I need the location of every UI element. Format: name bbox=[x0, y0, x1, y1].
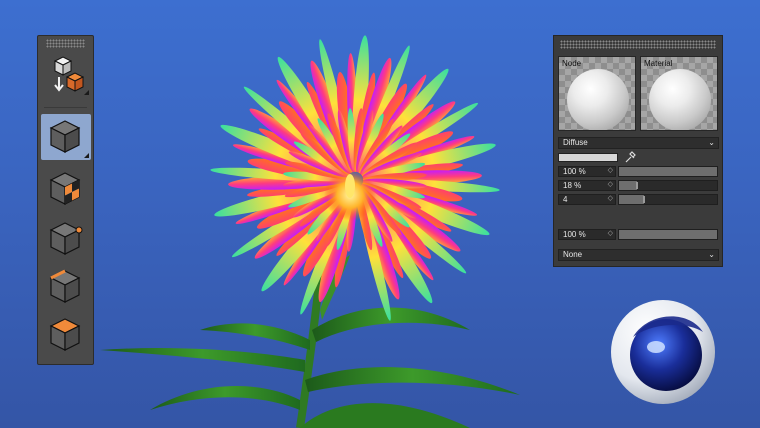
polygon-cube-icon bbox=[49, 318, 81, 351]
toolbar-grip[interactable] bbox=[46, 39, 85, 48]
cube-icon bbox=[49, 120, 81, 153]
roughness-value: 18 % bbox=[563, 181, 582, 190]
edge-cube-icon bbox=[49, 269, 81, 303]
eyedropper-icon[interactable] bbox=[624, 150, 636, 164]
canvas-scene: Node Material Diffuse ⌄ 100 % ◇ 18 % ◇ 4… bbox=[0, 0, 760, 428]
slider-fill bbox=[619, 195, 644, 204]
chevron-down-icon: ⌄ bbox=[708, 250, 715, 259]
mode-toolbar bbox=[37, 35, 94, 365]
material-sphere bbox=[649, 69, 711, 130]
brightness-field[interactable]: 100 % ◇ bbox=[558, 166, 616, 177]
point-cube-icon bbox=[49, 222, 83, 255]
mix-strength-field[interactable]: 100 % ◇ bbox=[558, 229, 616, 240]
brightness-slider[interactable] bbox=[618, 166, 718, 177]
node-preview[interactable]: Node bbox=[558, 56, 636, 131]
spinner-icon[interactable]: ◇ bbox=[608, 166, 613, 175]
chevron-down-icon: ⌄ bbox=[708, 138, 715, 147]
blend-mode-dropdown[interactable]: None ⌄ bbox=[558, 249, 719, 261]
material-panel: Node Material Diffuse ⌄ 100 % ◇ 18 % ◇ 4… bbox=[553, 35, 723, 267]
cinema4d-logo-icon bbox=[611, 300, 715, 404]
roughness-slider[interactable] bbox=[618, 180, 718, 191]
checker-cube-icon bbox=[49, 172, 81, 205]
mix-strength-slider[interactable] bbox=[618, 229, 718, 240]
samples-field[interactable]: 4 ◇ bbox=[558, 194, 616, 205]
edge-mode-button[interactable] bbox=[41, 264, 91, 310]
brightness-value: 100 % bbox=[563, 167, 586, 176]
samples-value: 4 bbox=[563, 195, 568, 204]
slider-fill bbox=[619, 230, 717, 239]
node-preview-label: Node bbox=[562, 59, 582, 68]
slider-knob[interactable] bbox=[635, 182, 638, 189]
color-swatch[interactable] bbox=[558, 153, 618, 162]
panel-grip[interactable] bbox=[560, 40, 716, 49]
object-mode-button[interactable] bbox=[41, 51, 91, 97]
material-preview[interactable]: Material bbox=[640, 56, 718, 131]
mix-strength-value: 100 % bbox=[563, 230, 586, 239]
spinner-icon[interactable]: ◇ bbox=[608, 194, 613, 203]
submenu-indicator-icon bbox=[84, 153, 89, 158]
spinner-icon[interactable]: ◇ bbox=[608, 229, 613, 238]
submenu-indicator-icon bbox=[84, 90, 89, 95]
toolbar-divider bbox=[44, 107, 87, 108]
blend-mode-value: None bbox=[563, 250, 583, 259]
roughness-field[interactable]: 18 % ◇ bbox=[558, 180, 616, 191]
polygon-mode-button[interactable] bbox=[41, 312, 91, 358]
slider-knob[interactable] bbox=[642, 196, 645, 203]
slider-fill bbox=[619, 167, 717, 176]
spinner-icon[interactable]: ◇ bbox=[608, 180, 613, 189]
model-mode-button[interactable] bbox=[41, 114, 91, 160]
slider-fill bbox=[619, 181, 637, 190]
channel-dropdown-value: Diffuse bbox=[563, 138, 588, 147]
point-mode-button[interactable] bbox=[41, 216, 91, 262]
node-sphere bbox=[567, 69, 629, 130]
texture-mode-button[interactable] bbox=[41, 166, 91, 212]
samples-slider[interactable] bbox=[618, 194, 718, 205]
object-axis-icon bbox=[53, 56, 85, 92]
material-preview-label: Material bbox=[644, 59, 673, 68]
channel-dropdown[interactable]: Diffuse ⌄ bbox=[558, 137, 719, 149]
